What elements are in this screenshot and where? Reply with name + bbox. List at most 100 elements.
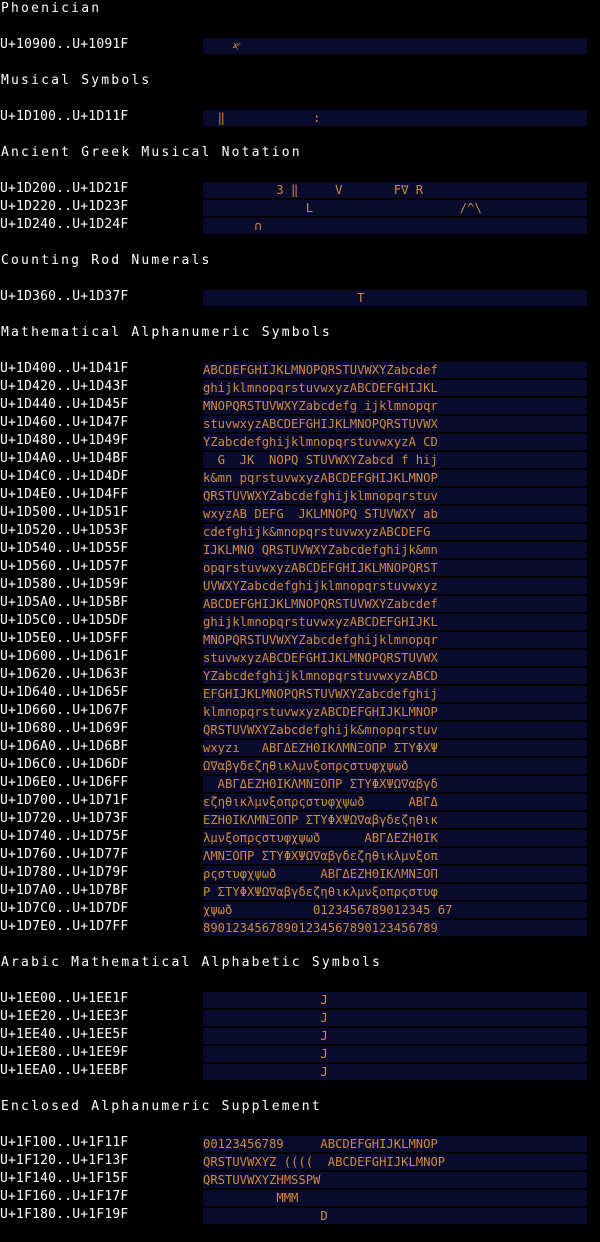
codepoint-range-label: U+1EE00..U+1EE1F [0,991,129,1006]
codepoint-range-label: U+1D240..U+1D24F [0,217,129,232]
codepoint-range-label: U+1EE20..U+1EE3F [0,1009,129,1024]
codepoint-range-label: U+1D220..U+1D23F [0,199,129,214]
glyph-sample-strip: ABCDEFGHIJKLMNOPQRSTUVWXYZabcdef [203,362,587,378]
codepoint-row: U+1EE40..U+1EE5F J [0,1026,600,1044]
codepoint-range-label: U+1D5E0..U+1D5FF [0,631,129,646]
codepoint-range-label: U+1F100..U+1F11F [0,1135,129,1150]
glyph-sample-strip: MNOPQRSTUVWXYZabcdefg ijklmnopqr [203,398,587,414]
glyph-sample-strip: 89012345678901234567890123456789 [203,920,587,936]
glyph-sample-strip: ΑΒΓΔΕΖΗΘΙΚΛΜΝΞΟΠΡ ΣΤΥΦΧΨΩ∇αβγδ [203,776,587,792]
unicode-block-section: Counting Rod Numerals U+1D360..U+1D37F T [0,252,600,324]
glyph-sample-strip: J [203,1010,587,1026]
codepoint-range-label: U+1F120..U+1F13F [0,1153,129,1168]
codepoint-range-label: U+1D6C0..U+1D6DF [0,757,129,772]
codepoint-range-label: U+1F160..U+1F17F [0,1189,129,1204]
codepoint-row: U+1D560..U+1D57F opqrstuvwxyzABCDEFGHIJKL… [0,558,600,576]
codepoint-row: U+1D780..U+1D79F ρςστυφχψωð ΑΒΓΔΕΖΗΘΙΚΛΜΝ… [0,864,600,882]
unicode-block-section: Enclosed Alphanumeric Supplement U+1F100.… [0,1098,600,1242]
codepoint-row: U+1D220..U+1D23F L /^\ [0,198,600,216]
codepoint-row: U+1F120..U+1F13F QRSTUVWXYZ (((( ABCDEFGH… [0,1152,600,1170]
glyph-sample-strip: cdefghijk&mnopqrstuvwxyzABCDEFG [203,524,587,540]
codepoint-range-label: U+1D4E0..U+1D4FF [0,487,129,502]
glyph-sample-strip: χψωð 0123456789012345 67 [203,902,587,918]
block-heading: Arabic Mathematical Alphabetic Symbols [1,955,383,970]
unicode-block-section: Arabic Mathematical Alphabetic Symbols U+… [0,954,600,1098]
codepoint-row: U+1D700..U+1D71F εζηθικλμνξοπρςστυφχψωð Α… [0,792,600,810]
codepoint-row: U+1F180..U+1F19F D [0,1206,600,1224]
codepoint-row: U+1D5E0..U+1D5FF MNOPQRSTUVWXYZabcdefghij… [0,630,600,648]
glyph-sample-strip: G JK NOPQ STUVWXYZabcd f hij [203,452,587,468]
codepoint-row: U+1D660..U+1D67F klmnopqrstuvwxyzABCDEFGH… [0,702,600,720]
glyph-sample-strip: L /^\ [203,200,587,216]
codepoint-row: U+10900..U+1091F 𐤀 [0,36,600,54]
block-heading: Counting Rod Numerals [1,253,212,268]
codepoint-range-label: U+1D760..U+1D77F [0,847,129,862]
codepoint-range-label: U+1D500..U+1D51F [0,505,129,520]
codepoint-row: U+1D760..U+1D77F ΛΜΝΞΟΠΡ ΣΤΥΦΧΨΩ∇αβγδεζηθ… [0,846,600,864]
glyph-sample-strip: ‖ : [203,110,587,126]
codepoint-range-label: U+1D480..U+1D49F [0,433,129,448]
codepoint-row: U+1D6C0..U+1D6DF Ω∇αβγδεζηθικλμνξοπρςστυφ… [0,756,600,774]
codepoint-row: U+1D100..U+1D11F ‖ : [0,108,600,126]
glyph-sample-strip: wxyzAB DEFG JKLMNOPQ STUVWXY ab [203,506,587,522]
glyph-coverage-page: Phoenician U+10900..U+1091F 𐤀 Musical Symb… [0,0,600,1242]
glyph-sample-strip: EFGHIJKLMNOPQRSTUVWXYZabcdefghij [203,686,587,702]
glyph-sample-strip: wxyzı ΑΒΓΔΕΖΗΘΙΚΛΜΝΞΟΠΡ ΣΤΥΦΧΨ [203,740,587,756]
codepoint-row: U+1D540..U+1D55F IJKLMNO QRSTUVWXYZabcdef… [0,540,600,558]
glyph-sample-strip: ∩ [203,218,587,234]
codepoint-range-label: U+1D7C0..U+1D7DF [0,901,129,916]
codepoint-range-label: U+1D100..U+1D11F [0,109,129,124]
glyph-sample-strip: QRSTUVWXYZHMSSPW [203,1172,587,1188]
glyph-sample-strip: UVWXYZabcdefghijklmnopqrstuvwxyz [203,578,587,594]
codepoint-row: U+1EE20..U+1EE3F J [0,1008,600,1026]
codepoint-row: U+1D6E0..U+1D6FF ΑΒΓΔΕΖΗΘΙΚΛΜΝΞΟΠΡ ΣΤΥΦΧ… [0,774,600,792]
glyph-sample-strip: Ρ ΣΤΥΦΧΨΩ∇αβγδεζηθικλμνξοπρςστυφ [203,884,587,900]
codepoint-range-label: U+1EE40..U+1EE5F [0,1027,129,1042]
codepoint-range-label: U+1D5A0..U+1D5BF [0,595,129,610]
glyph-sample-strip: QRSTUVWXYZ (((( ABCDEFGHIJKLMNOP [203,1154,587,1170]
glyph-sample-strip: Ω∇αβγδεζηθικλμνξοπρςστυφχψωð [203,758,587,774]
glyph-sample-strip: 𐤀 [203,38,587,54]
glyph-sample-strip: 00123456789 ABCDEFGHIJKLMNOP [203,1136,587,1152]
glyph-sample-strip: YZabcdefghijklmnopqrstuvwxyzABCD [203,668,587,684]
codepoint-range-label: U+1D560..U+1D57F [0,559,129,574]
glyph-sample-strip: ABCDEFGHIJKLMNOPQRSTUVWXYZabcdef [203,596,587,612]
glyph-sample-strip: ghijklmnopqrstuvwxyzABCDEFGHIJKL [203,614,587,630]
codepoint-row: U+1D6A0..U+1D6BF wxyzı ΑΒΓΔΕΖΗΘΙΚΛΜΝΞΟΠΡ … [0,738,600,756]
codepoint-row: U+1D4C0..U+1D4DF k&mn pqrstuvwxyzABCDEFGH… [0,468,600,486]
codepoint-range-label: U+1F180..U+1F19F [0,1207,129,1222]
codepoint-range-label: U+1D720..U+1D73F [0,811,129,826]
glyph-sample-strip: J [203,1046,587,1062]
codepoint-row: U+1D460..U+1D47F stuvwxyzABCDEFGHIJKLMNOP… [0,414,600,432]
codepoint-row: U+1D4A0..U+1D4BF G JK NOPQ STUVWXYZabcd … [0,450,600,468]
codepoint-row: U+1D420..U+1D43F ghijklmnopqrstuvwxyzABCD… [0,378,600,396]
codepoint-row: U+1D7C0..U+1D7DF χψωð 0123456789012345 67 [0,900,600,918]
codepoint-range-label: U+1D400..U+1D41F [0,361,129,376]
codepoint-row: U+1D400..U+1D41F ABCDEFGHIJKLMNOPQRSTUVWX… [0,360,600,378]
block-heading: Mathematical Alphanumeric Symbols [1,325,332,340]
unicode-block-section: Musical Symbols U+1D100..U+1D11F ‖ : [0,72,600,144]
glyph-sample-strip: k&mn pqrstuvwxyzABCDEFGHIJKLMNOP [203,470,587,486]
unicode-block-section: Ancient Greek Musical Notation U+1D200..U… [0,144,600,252]
codepoint-row: U+1D680..U+1D69F QRSTUVWXYZabcdefghijk&mn… [0,720,600,738]
glyph-sample-strip: stuvwxyzABCDEFGHIJKLMNOPQRSTUVWX [203,650,587,666]
glyph-sample-strip: J [203,992,587,1008]
codepoint-range-label: U+1D6A0..U+1D6BF [0,739,129,754]
glyph-sample-strip: J [203,1064,587,1080]
codepoint-row: U+1D240..U+1D24F ∩ [0,216,600,234]
codepoint-range-label: U+1F140..U+1F15F [0,1171,129,1186]
codepoint-range-label: U+1D200..U+1D21F [0,181,129,196]
glyph-sample-strip: QRSTUVWXYZabcdefghijklmnopqrstuv [203,488,587,504]
codepoint-range-label: U+10900..U+1091F [0,37,129,52]
codepoint-range-label: U+1D680..U+1D69F [0,721,129,736]
codepoint-row: U+1D440..U+1D45F MNOPQRSTUVWXYZabcdefg ij… [0,396,600,414]
